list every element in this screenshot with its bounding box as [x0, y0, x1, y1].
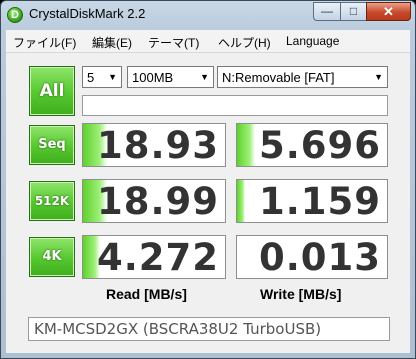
menu-edit[interactable]: 編集(E) — [92, 34, 132, 51]
title-bar[interactable]: D CrystalDiskMark 2.2 — □ ✕ — [1, 1, 415, 30]
window-title: CrystalDiskMark 2.2 — [29, 6, 146, 21]
chevron-down-icon: ▼ — [200, 72, 209, 82]
menu-file[interactable]: ファイル(F) — [13, 34, 76, 51]
menu-language[interactable]: Language — [286, 34, 339, 48]
drive-select[interactable]: N:Removable [FAT] ▼ — [217, 66, 388, 88]
size-value: 100MB — [132, 70, 174, 85]
chevron-down-icon: ▼ — [374, 72, 383, 82]
4k-write-cell: 0.013 — [236, 235, 388, 279]
4k-button[interactable]: 4K — [29, 237, 75, 277]
write-column-label: Write [MB/s] — [260, 286, 342, 302]
passes-value: 5 — [87, 70, 95, 85]
minimize-button[interactable]: — — [313, 2, 341, 21]
chevron-down-icon: ▼ — [108, 72, 117, 82]
seq-button[interactable]: Seq — [29, 125, 75, 165]
seq-write-cell: 5.696 — [236, 123, 388, 167]
4k-read-value: 4.272 — [96, 236, 219, 279]
app-icon: D — [7, 7, 23, 23]
close-button[interactable]: ✕ — [366, 2, 411, 21]
status-box — [82, 95, 388, 116]
seq-write-value: 5.696 — [258, 124, 381, 167]
main-panel: All 5 ▼ 100MB ▼ N:Removable [FAT] ▼ Seq … — [6, 53, 410, 353]
comment-field[interactable]: KM-MCSD2GX (BSCRA38U2 TurboUSB) — [28, 317, 390, 341]
menu-bar: ファイル(F) 編集(E) テーマ(T) ヘルプ(H) Language — [6, 30, 410, 53]
4k-read-cell: 4.272 — [82, 235, 226, 279]
maximize-button[interactable]: □ — [340, 2, 367, 21]
512k-write-value: 1.159 — [258, 180, 381, 223]
drive-value: N:Removable [FAT] — [222, 70, 335, 85]
4k-write-value: 0.013 — [258, 236, 381, 279]
512k-read-cell: 18.99 — [82, 179, 226, 223]
seq-read-value: 18.93 — [96, 124, 219, 167]
menu-theme[interactable]: テーマ(T) — [148, 34, 199, 51]
512k-write-cell: 1.159 — [236, 179, 388, 223]
seq-read-cell: 18.93 — [82, 123, 226, 167]
512k-read-value: 18.99 — [96, 180, 219, 223]
menu-help[interactable]: ヘルプ(H) — [218, 34, 271, 51]
seq-write-bar — [237, 124, 255, 166]
all-button[interactable]: All — [29, 66, 75, 116]
passes-select[interactable]: 5 ▼ — [82, 66, 122, 88]
512k-write-bar — [237, 180, 245, 222]
size-select[interactable]: 100MB ▼ — [127, 66, 214, 88]
read-column-label: Read [MB/s] — [106, 286, 187, 302]
512k-button[interactable]: 512K — [29, 181, 75, 221]
app-window: D CrystalDiskMark 2.2 — □ ✕ ファイル(F) 編集(E… — [0, 0, 416, 359]
